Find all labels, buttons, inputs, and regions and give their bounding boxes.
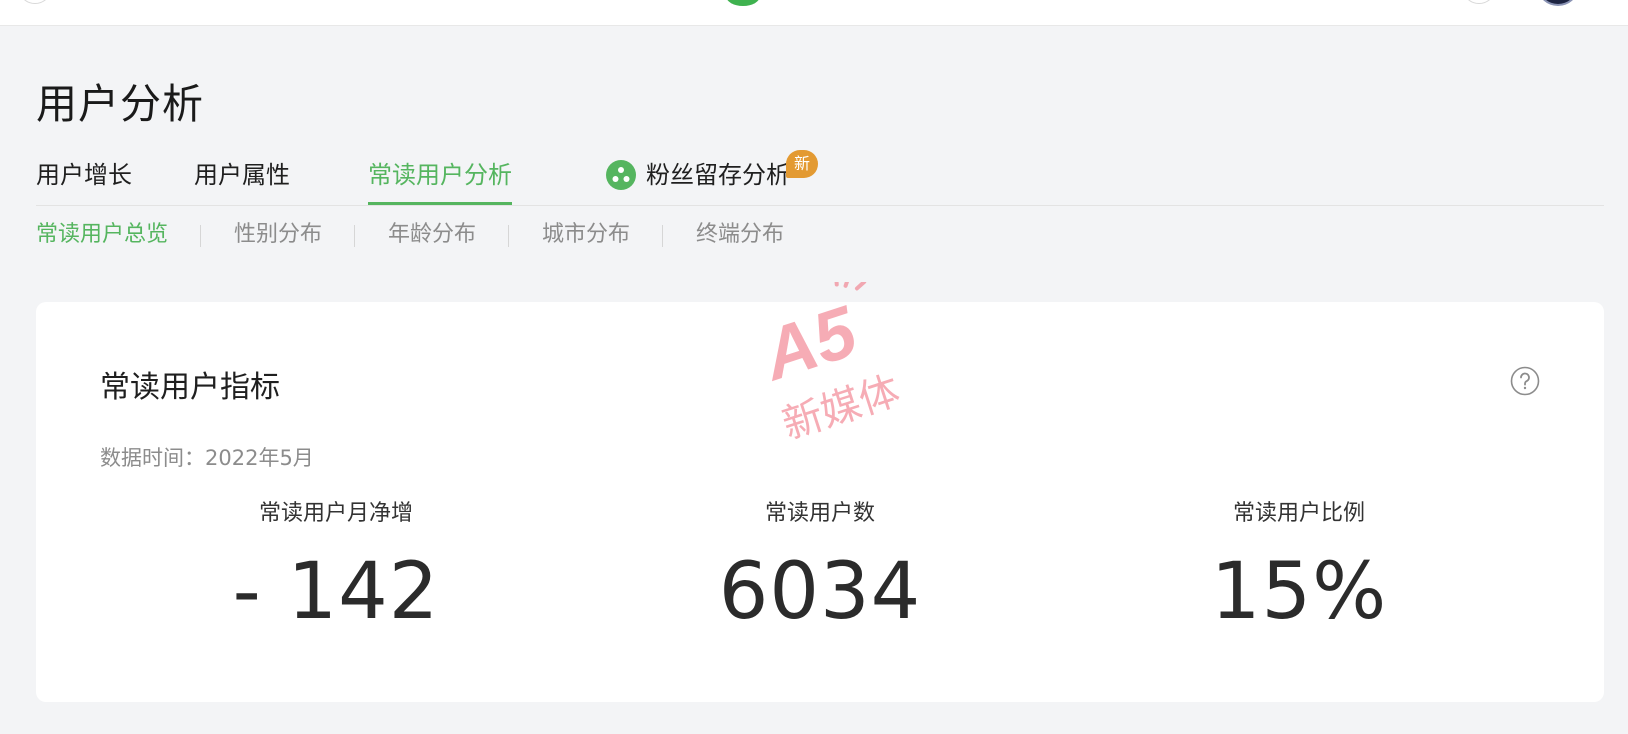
data-time: 数据时间：2022年5月 [100,446,314,470]
back-button[interactable] [18,0,52,4]
tab-user-growth[interactable]: 用户增长 [36,158,132,192]
subtab-age[interactable]: 年龄分布 [388,219,476,251]
help-icon[interactable] [1510,366,1540,396]
metric-frequent-reader-ratio: 常读用户比例 15% [1099,498,1499,632]
avatar[interactable] [1538,0,1578,6]
tabs-divider [36,205,1604,206]
app-logo-icon [726,0,760,6]
tab-fan-retention-analysis[interactable]: 粉丝留存分析 [606,158,790,192]
subtab-gender[interactable]: 性别分布 [234,219,322,251]
main-tabs: 用户增长 用户属性 常读用户分析 粉丝留存分析 [36,158,1604,206]
metric-label: 常读用户月净增 [258,501,413,526]
tab-label: 粉丝留存分析 [646,161,790,189]
sub-tabs: 常读用户总览 性别分布 年龄分布 城市分布 终端分布 [36,219,936,251]
metric-label: 常读用户比例 [1232,501,1365,526]
metric-value: 6034 [718,547,922,637]
page-title: 用户分析 [36,80,204,128]
new-badge: 新 [786,150,818,178]
subtab-divider [200,225,201,247]
tab-label: 用户增长 [36,161,132,189]
retention-icon [606,160,636,190]
tab-label: 常读用户分析 [368,161,512,189]
subtab-divider [508,225,509,247]
subtab-device[interactable]: 终端分布 [696,219,784,251]
a5-watermark-logo: A5 新媒体 [752,282,905,449]
top-navigation-bar [0,0,1628,26]
tab-user-attributes[interactable]: 用户属性 [194,158,290,192]
tab-label: 用户属性 [194,161,290,189]
card-title: 常读用户指标 [100,370,280,405]
notification-button[interactable] [1462,0,1496,4]
subtab-overview[interactable]: 常读用户总览 [36,219,168,251]
subtab-divider [354,225,355,247]
tab-frequent-reader-analysis[interactable]: 常读用户分析 [368,158,512,205]
metric-monthly-net-increase: 常读用户月净增 - 142 [136,498,536,632]
subtab-divider [662,225,663,247]
metric-value: 15% [1210,547,1388,637]
metric-value: - 142 [232,547,440,637]
metric-label: 常读用户数 [764,501,875,526]
subtab-city[interactable]: 城市分布 [542,219,630,251]
metric-frequent-reader-count: 常读用户数 6034 [620,498,1020,632]
